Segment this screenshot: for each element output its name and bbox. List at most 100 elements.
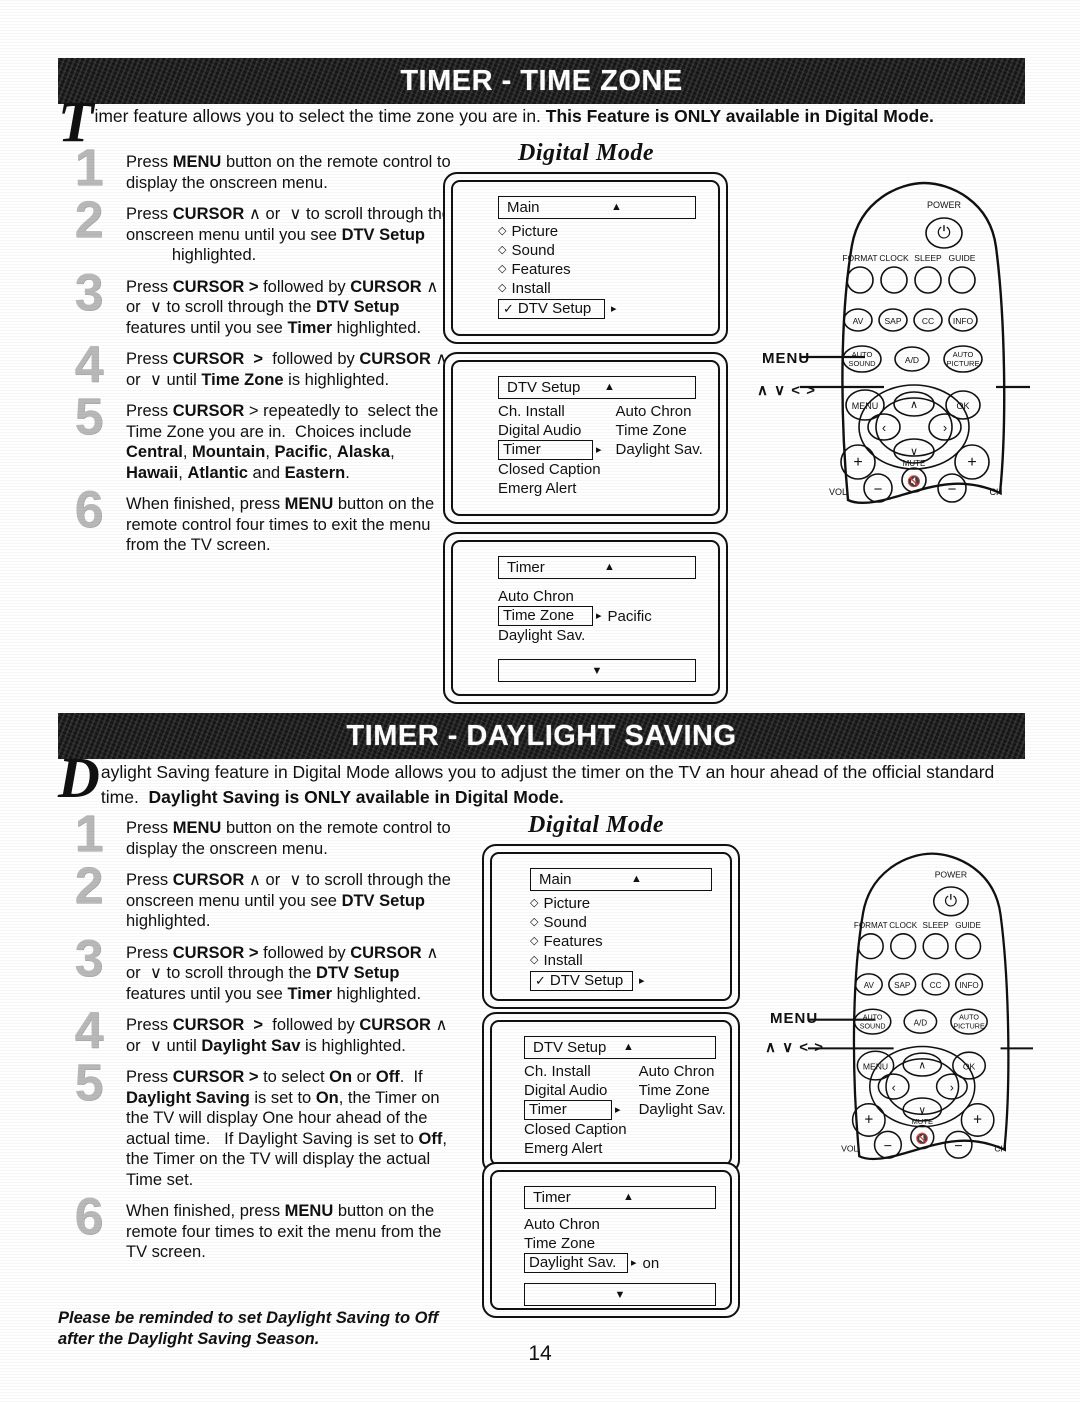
menu-item-picture[interactable]: ◇ Picture xyxy=(530,894,712,913)
menu-item-digital-audio[interactable]: Digital Audio xyxy=(498,421,602,440)
step-text: Press CURSOR > repeatedly to select the … xyxy=(126,402,439,482)
menu-item-closed-caption[interactable]: Closed Caption xyxy=(498,460,602,479)
remote-mute-label: MUTE xyxy=(911,1117,933,1126)
step-number: 1 xyxy=(74,139,104,197)
remote-ch-label: CH xyxy=(990,487,1003,497)
remote-av-label: AV xyxy=(864,981,875,990)
menu-item-auto-chron[interactable]: Auto Chron xyxy=(498,587,696,606)
drop-cap: T xyxy=(58,89,94,154)
step-text: When finished, press MENU button on the … xyxy=(126,1202,442,1261)
steps-list-time-zone: 1 Press MENU button on the remote contro… xyxy=(62,142,454,567)
up-arrow-icon: ▲ xyxy=(604,561,615,573)
step-item: 4 Press CURSOR > followed by CURSOR ∧ or… xyxy=(62,1005,454,1057)
menu-item-label: Emerg Alert xyxy=(524,1140,603,1157)
vol-minus-icon: − xyxy=(874,481,883,498)
menu-item-emerg-alert[interactable]: Emerg Alert xyxy=(524,1139,627,1158)
menu-item-label: Closed Caption xyxy=(524,1121,627,1138)
menu-item-picture[interactable]: ◇ Picture xyxy=(498,222,696,241)
ch-minus-icon: − xyxy=(954,1139,962,1155)
remote-ad-label: A/D xyxy=(905,355,919,365)
step-item: 2 Press CURSOR ∧ or ∨ to scroll through … xyxy=(62,860,454,932)
menu-item-sound[interactable]: ◇ Sound xyxy=(530,913,712,932)
remote-format-label: FORMAT xyxy=(842,253,877,263)
remote-info-label: INFO xyxy=(959,981,978,990)
remote-power-label: POWER xyxy=(935,870,967,880)
submenu-item-auto-chron[interactable]: Auto Chron xyxy=(616,402,703,421)
menu-item-install[interactable]: ◇ Install xyxy=(530,951,712,970)
menu-item-auto-chron[interactable]: Auto Chron xyxy=(524,1215,716,1234)
menu-item-label: Digital Audio xyxy=(524,1082,608,1099)
highlight-box: Time Zone xyxy=(498,606,593,626)
menu-item-sound[interactable]: ◇ Sound xyxy=(498,241,696,260)
remote-mute-label: MUTE xyxy=(903,459,926,468)
menu-item-label: Time Zone xyxy=(524,1235,596,1252)
menu-item-ch-install[interactable]: Ch. Install xyxy=(498,402,602,421)
menu-item-features[interactable]: ◇ Features xyxy=(498,260,696,279)
diamond-icon: ◇ xyxy=(498,244,507,256)
remote-ok-label: OK xyxy=(956,401,969,411)
submenu-item-daylight-sav[interactable]: Daylight Sav. xyxy=(616,440,703,459)
menu-item-time-zone[interactable]: Time Zone xyxy=(524,1234,716,1253)
page-number: 14 xyxy=(528,1342,552,1365)
remote-sleep-label: SLEEP xyxy=(914,253,942,263)
menu-item-timer-highlighted[interactable]: Timer ▸ xyxy=(524,1100,627,1120)
menu-item-daylight-sav[interactable]: Daylight Sav. xyxy=(498,626,696,645)
menu-item-daylight-sav-highlighted[interactable]: Daylight Sav. ▸ on xyxy=(524,1253,716,1273)
submenu-item-time-zone[interactable]: Time Zone xyxy=(616,421,703,440)
osd-title: DTV Setup xyxy=(507,379,581,396)
menu-item-dtv-setup-highlighted[interactable]: ✓ DTV Setup ▸ xyxy=(530,971,712,991)
remote-ad-label: A/D xyxy=(914,1018,928,1027)
menu-item-label: Auto Chron xyxy=(498,588,574,605)
remote-vol-label: VOL xyxy=(829,487,847,497)
menu-item-timer-highlighted[interactable]: Timer ▸ xyxy=(498,440,602,460)
menu-item-features[interactable]: ◇ Features xyxy=(530,932,712,951)
menu-item-label: Daylight Sav. xyxy=(498,627,586,644)
step-number: 1 xyxy=(74,805,104,863)
tv-screen-main-menu-2: Main ▲ ◇ Picture ◇ Sound ◇ Features ◇ In… xyxy=(482,844,740,1009)
remote-guide-label: GUIDE xyxy=(949,253,976,263)
menu-item-label: Install xyxy=(511,280,551,297)
menu-item-install[interactable]: ◇ Install xyxy=(498,279,696,298)
submenu-item-label: Time Zone xyxy=(638,1082,710,1099)
submenu-item-daylight-sav[interactable]: Daylight Sav. xyxy=(639,1100,726,1119)
submenu-item-time-zone[interactable]: Time Zone xyxy=(639,1081,726,1100)
steps-list-daylight-saving: 1 Press MENU button on the remote contro… xyxy=(62,808,454,1274)
intro-paragraph-time-zone: Timer feature allows you to select the t… xyxy=(58,93,1033,151)
submenu-item-label: Daylight Sav. xyxy=(615,441,703,458)
up-arrow-icon: ▲ xyxy=(631,873,642,885)
menu-item-emerg-alert[interactable]: Emerg Alert xyxy=(498,479,602,498)
diamond-icon: ◇ xyxy=(498,225,507,237)
osd-title: Main xyxy=(539,871,572,888)
tv-screen-timer: Timer ▲ Auto Chron Time Zone ▸ Pacific D… xyxy=(443,532,728,704)
step-number: 3 xyxy=(74,263,104,322)
menu-item-ch-install[interactable]: Ch. Install xyxy=(524,1062,627,1081)
cursor-left-icon: ‹ xyxy=(882,420,886,435)
ch-plus-icon: + xyxy=(967,454,976,471)
step-item: 3 Press CURSOR > followed by CURSOR ∧ or… xyxy=(62,933,454,1005)
remote-clock-label: CLOCK xyxy=(879,253,909,263)
menu-item-label: Time Zone xyxy=(503,607,575,624)
menu-item-digital-audio[interactable]: Digital Audio xyxy=(524,1081,627,1100)
menu-item-label: Ch. Install xyxy=(524,1063,591,1080)
submenu-item-auto-chron[interactable]: Auto Chron xyxy=(639,1062,726,1081)
step-item: 2 Press CURSOR ∧ or ∨ to scroll through … xyxy=(62,194,454,266)
diamond-icon: ◇ xyxy=(530,954,539,966)
step-number: 2 xyxy=(74,857,104,915)
up-arrow-icon: ▲ xyxy=(623,1041,634,1053)
power-icon: ⏻ xyxy=(944,892,957,910)
up-arrow-icon: ▲ xyxy=(604,381,615,393)
remote-control-illustration-2: POWER ⏻ FORMAT CLOCK SLEEP GUIDE AV SAP … xyxy=(769,846,1048,1166)
menu-item-closed-caption[interactable]: Closed Caption xyxy=(524,1120,627,1139)
step-number: 4 xyxy=(74,336,104,394)
menu-item-label: Ch. Install xyxy=(498,403,565,420)
right-arrow-icon: ▸ xyxy=(611,302,617,315)
step-item: 1 Press MENU button on the remote contro… xyxy=(62,142,454,194)
menu-item-dtv-setup-highlighted[interactable]: ✓ DTV Setup ▸ xyxy=(498,299,696,319)
menu-item-label: DTV Setup xyxy=(517,300,592,317)
menu-item-time-zone-highlighted[interactable]: Time Zone ▸ Pacific xyxy=(498,606,696,626)
remote-cc-label: CC xyxy=(930,981,942,990)
step-text: Press MENU button on the remote control … xyxy=(126,819,451,858)
step-text: Press CURSOR > followed by CURSOR ∧ or ∨… xyxy=(126,1016,448,1055)
step-number: 5 xyxy=(74,388,104,446)
remote-format-label: FORMAT xyxy=(854,921,888,930)
